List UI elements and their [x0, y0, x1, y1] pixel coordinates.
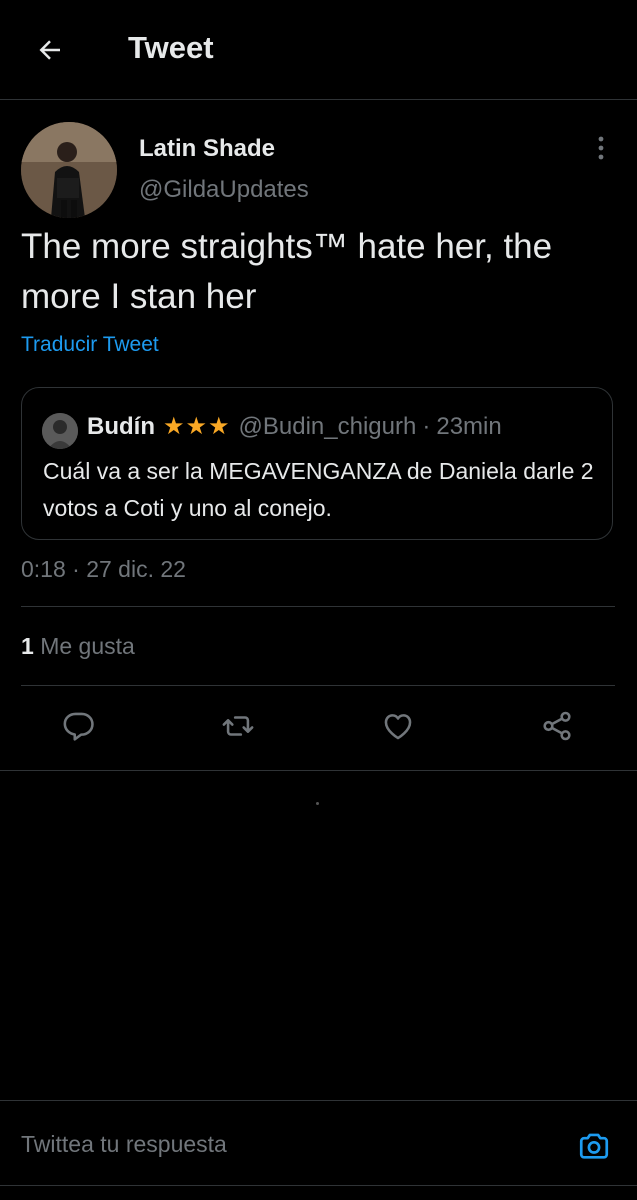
retweet-button[interactable]: [218, 708, 258, 748]
quoted-avatar: [42, 413, 78, 449]
likes-summary[interactable]: 1 Me gusta: [21, 633, 135, 660]
author-handle[interactable]: @GildaUpdates: [139, 176, 309, 204]
reply-input[interactable]: Twittea tu respuesta: [21, 1131, 227, 1158]
more-vertical-icon: [598, 136, 604, 165]
reply-bar: Twittea tu respuesta: [0, 1100, 637, 1186]
reply-button[interactable]: [59, 708, 99, 748]
reply-icon: [62, 709, 96, 748]
camera-button[interactable]: [574, 1128, 614, 1168]
likes-label: Me gusta: [40, 633, 135, 659]
tweet-timestamp: 0:18 · 27 dic. 22: [21, 556, 186, 582]
heart-icon: [381, 709, 415, 748]
divider: [21, 685, 615, 686]
author-name[interactable]: Latin Shade: [139, 135, 275, 163]
share-icon: [540, 709, 574, 748]
divider: [0, 770, 637, 771]
star-emoji-icon: ★★★: [162, 413, 231, 440]
arrow-left-icon: [35, 35, 65, 70]
top-bar: Tweet: [0, 0, 637, 100]
share-button[interactable]: [537, 708, 577, 748]
retweet-icon: [221, 709, 255, 748]
divider: [21, 606, 615, 607]
loading-indicator: [316, 802, 319, 805]
quoted-tweet[interactable]: Budín ★★★ @Budin_chigurh · 23min Cuál va…: [21, 387, 613, 540]
back-button[interactable]: [30, 32, 70, 72]
translate-link[interactable]: Traducir Tweet: [21, 333, 159, 357]
quoted-time: 23min: [436, 412, 502, 440]
avatar[interactable]: [21, 122, 117, 218]
quoted-author-handle: @Budin_chigurh: [238, 412, 417, 440]
quoted-author-name: Budín: [87, 412, 155, 440]
separator-dot: ·: [422, 412, 431, 440]
camera-icon: [577, 1129, 611, 1168]
more-options-button[interactable]: [588, 134, 614, 166]
page-title: Tweet: [128, 30, 214, 65]
likes-count: 1: [21, 633, 34, 659]
like-button[interactable]: [378, 708, 418, 748]
quoted-text: Cuál va a ser la MEGAVENGANZA de Daniela…: [43, 458, 594, 521]
quoted-header: Budín ★★★ @Budin_chigurh · 23min: [87, 412, 502, 441]
tweet-text: The more straights™ hate her, the more I…: [21, 227, 553, 316]
